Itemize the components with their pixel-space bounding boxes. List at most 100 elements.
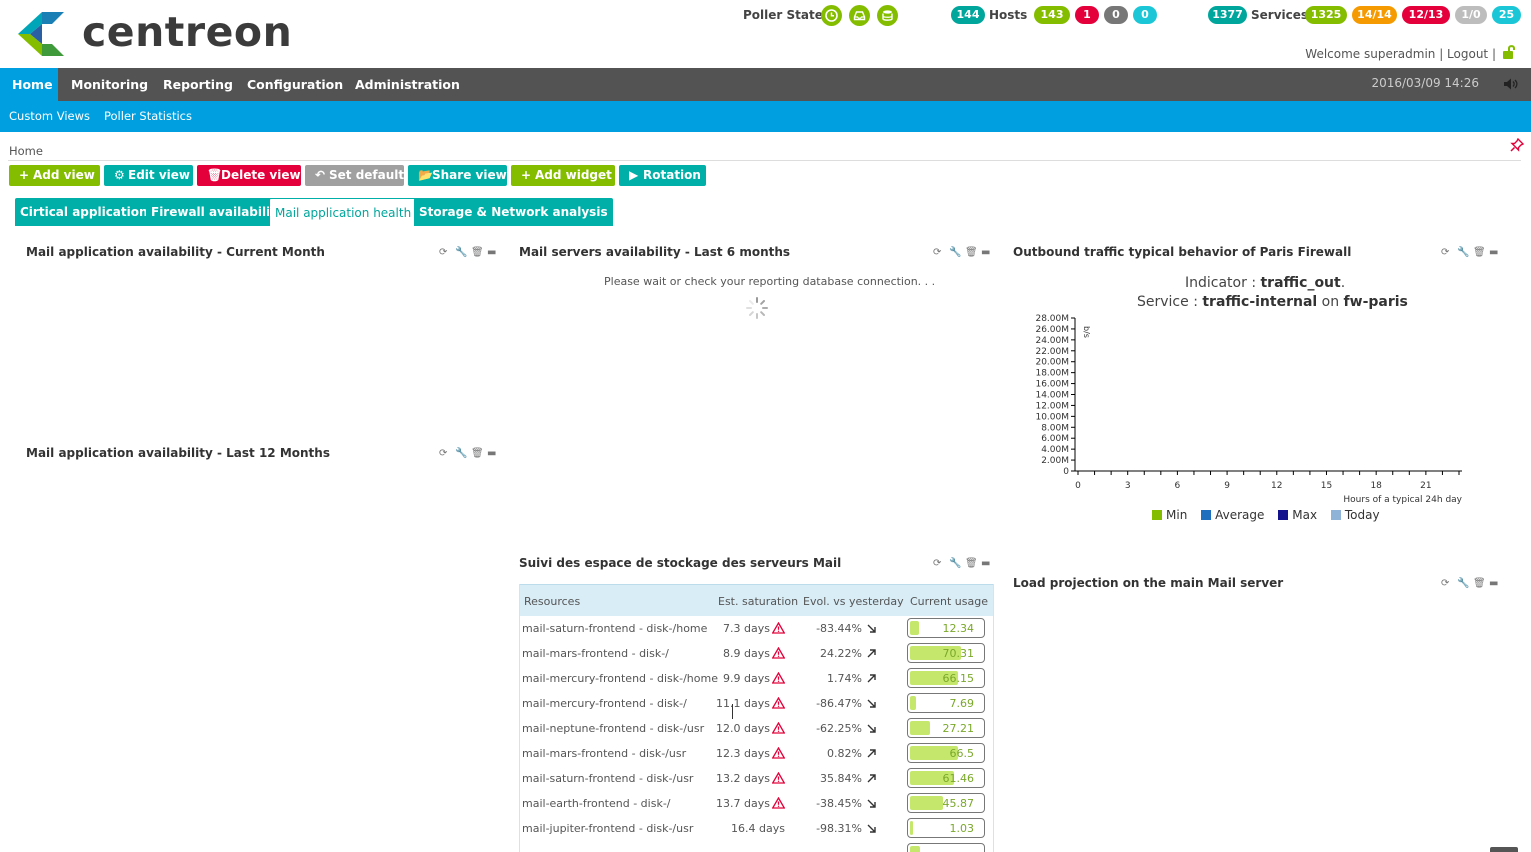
tab-firewall-availability[interactable]: Firewall availability <box>146 198 289 226</box>
refresh-icon[interactable]: ⟳ <box>933 247 941 259</box>
resource-name[interactable]: mail-mars-frontend - disk-/ <box>522 647 669 660</box>
minimize-icon[interactable]: ▬ <box>487 448 496 460</box>
legend-item-max[interactable]: Max <box>1278 508 1317 522</box>
wrench-icon[interactable]: 🔧 <box>455 448 467 460</box>
table-row[interactable] <box>520 841 993 852</box>
widget-actions: ⟳ 🔧 🗑 ▬ <box>439 247 499 259</box>
hosts-down-badge[interactable]: 1 <box>1075 6 1099 24</box>
refresh-icon[interactable]: ⟳ <box>439 448 447 460</box>
refresh-icon[interactable]: ⟳ <box>933 558 941 570</box>
share-view-button[interactable]: 📂Share view <box>408 165 507 186</box>
table-row[interactable]: mail-mercury-frontend - disk-/ 11.1 days -… <box>520 691 993 716</box>
resource-name[interactable]: mail-mercury-frontend - disk-/home <box>522 672 718 685</box>
set-default-button[interactable]: ↶ Set default <box>305 165 404 186</box>
nav-monitoring[interactable]: Monitoring <box>59 68 160 101</box>
col-est-saturation[interactable]: Est. saturation <box>718 595 798 608</box>
refresh-icon[interactable]: ⟳ <box>1441 578 1449 590</box>
trash-icon[interactable]: 🗑 <box>965 558 978 570</box>
hosts-up-badge[interactable]: 143 <box>1034 6 1070 24</box>
rotation-button[interactable]: ▶ Rotation <box>619 165 706 186</box>
table-row[interactable]: mail-saturn-frontend - disk-/usr 13.2 day… <box>520 766 993 791</box>
loading-spinner-icon <box>746 297 768 319</box>
legend-item-today[interactable]: Today <box>1330 508 1380 522</box>
services-unknown-badge[interactable]: 1/0 <box>1455 6 1487 24</box>
nav-administration[interactable]: Administration <box>343 68 472 101</box>
add-widget-button[interactable]: + Add widget <box>511 165 615 186</box>
trash-icon[interactable]: 🗑 <box>965 247 978 259</box>
services-ok-badge[interactable]: 1325 <box>1305 6 1347 24</box>
table-row[interactable]: mail-mars-frontend - disk-/usr 12.3 days 0… <box>520 741 993 766</box>
wrench-icon[interactable]: 🔧 <box>949 558 961 570</box>
add-view-button[interactable]: + Add view <box>9 165 100 186</box>
table-row[interactable]: mail-neptune-frontend - disk-/usr 12.0 da… <box>520 716 993 741</box>
breadcrumb[interactable]: Home <box>9 144 43 158</box>
minimize-icon[interactable]: ▬ <box>1489 247 1498 259</box>
hosts-unreachable-badge[interactable]: 0 <box>1104 6 1128 24</box>
poller-clock-icon[interactable] <box>821 5 842 26</box>
usage-bar: 45.87 <box>907 793 985 813</box>
arrow-down-right-icon <box>867 699 876 708</box>
sound-icon[interactable] <box>1503 77 1519 91</box>
nav-home[interactable]: Home <box>0 68 58 101</box>
services-label[interactable]: Services <box>1251 8 1308 22</box>
nav-reporting[interactable]: Reporting <box>151 68 245 101</box>
pin-icon[interactable] <box>1510 138 1524 152</box>
storage-table: Resources Est. saturation Evol. vs yeste… <box>519 584 994 852</box>
hosts-label[interactable]: Hosts <box>989 8 1027 22</box>
trash-icon[interactable]: 🗑 <box>471 448 484 460</box>
table-row[interactable]: mail-saturn-frontend - disk-/home 7.3 day… <box>520 616 993 641</box>
minimize-icon[interactable]: ▬ <box>487 247 496 259</box>
services-pending-badge[interactable]: 25 <box>1492 6 1521 24</box>
refresh-icon[interactable]: ⟳ <box>439 247 447 259</box>
table-row[interactable]: mail-mercury-frontend - disk-/home 9.9 da… <box>520 666 993 691</box>
services-warning-badge[interactable]: 14/14 <box>1352 6 1397 24</box>
table-row[interactable]: mail-earth-frontend - disk-/ 13.7 days -38… <box>520 791 993 816</box>
col-current-usage[interactable]: Current usage <box>910 595 988 608</box>
legend-item-average[interactable]: Average <box>1201 508 1264 522</box>
evolution-cell: 0.82% <box>827 747 877 760</box>
resource-name[interactable]: mail-mercury-frontend - disk-/ <box>522 697 687 710</box>
legend-item-min[interactable]: Min <box>1152 508 1187 522</box>
poller-inbox-icon[interactable] <box>849 5 870 26</box>
table-row[interactable]: mail-mars-frontend - disk-/ 8.9 days 24.22… <box>520 641 993 666</box>
edit-view-button[interactable]: ⚙ Edit view <box>104 165 193 186</box>
hosts-total-badge[interactable]: 144 <box>951 6 985 24</box>
centreon-logo-icon[interactable] <box>18 12 66 56</box>
wrench-icon[interactable]: 🔧 <box>949 247 961 259</box>
resource-name[interactable]: mail-neptune-frontend - disk-/usr <box>522 722 704 735</box>
resource-name[interactable]: mail-earth-frontend - disk-/ <box>522 797 671 810</box>
subnav-poller-statistics[interactable]: Poller Statistics <box>104 101 192 132</box>
refresh-icon[interactable]: ⟳ <box>1441 247 1449 259</box>
trash-icon[interactable]: 🗑 <box>1473 247 1486 259</box>
col-resources[interactable]: Resources <box>524 595 580 608</box>
resource-name[interactable]: mail-jupiter-frontend - disk-/usr <box>522 822 693 835</box>
tab-mail-application-health[interactable]: Mail application health <box>269 198 418 226</box>
x-tick-label: 18 <box>1370 481 1382 491</box>
resource-name[interactable]: mail-saturn-frontend - disk-/home <box>522 622 707 635</box>
minimize-icon[interactable]: ▬ <box>1489 578 1498 590</box>
wrench-icon[interactable]: 🔧 <box>455 247 467 259</box>
wrench-icon[interactable]: 🔧 <box>1457 578 1469 590</box>
resource-name[interactable]: mail-saturn-frontend - disk-/usr <box>522 772 693 785</box>
hosts-pending-badge[interactable]: 0 <box>1133 6 1157 24</box>
services-total-badge[interactable]: 1377 <box>1208 6 1247 24</box>
welcome-logout-link[interactable]: Welcome superadmin | Logout | <box>1305 47 1496 61</box>
nav-configuration[interactable]: Configuration <box>235 68 355 101</box>
y-tick-label: 2.00M <box>1041 456 1069 466</box>
col-evol[interactable]: Evol. vs yesterday <box>803 595 904 608</box>
scroll-handle[interactable] <box>1490 847 1518 852</box>
tab-critical-applications[interactable]: Cirtical applications <box>15 198 160 226</box>
tab-storage-network-analysis[interactable]: Storage & Network analysis <box>414 198 613 226</box>
poller-database-icon[interactable] <box>877 5 898 26</box>
services-critical-badge[interactable]: 12/13 <box>1402 6 1450 24</box>
minimize-icon[interactable]: ▬ <box>981 247 990 259</box>
minimize-icon[interactable]: ▬ <box>981 558 990 570</box>
resource-name[interactable]: mail-mars-frontend - disk-/usr <box>522 747 686 760</box>
trash-icon[interactable]: 🗑 <box>1473 578 1486 590</box>
subnav-custom-views[interactable]: Custom Views <box>9 101 90 132</box>
table-row[interactable]: mail-jupiter-frontend - disk-/usr 16.4 da… <box>520 816 993 841</box>
delete-view-button[interactable]: 🗑Delete view <box>197 165 301 186</box>
unlock-icon[interactable] <box>1502 44 1516 60</box>
wrench-icon[interactable]: 🔧 <box>1457 247 1469 259</box>
trash-icon[interactable]: 🗑 <box>471 247 484 259</box>
